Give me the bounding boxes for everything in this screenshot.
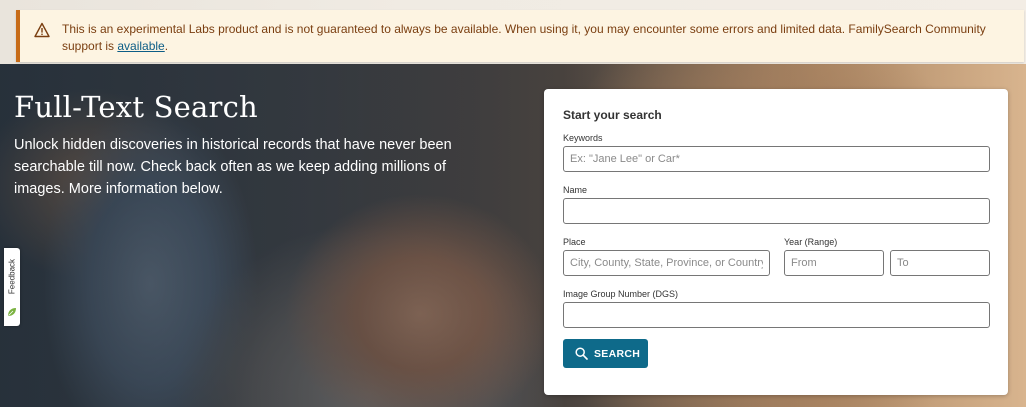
dgs-input[interactable] xyxy=(563,302,990,328)
place-input[interactable] xyxy=(563,250,770,276)
page: This is an experimental Labs product and… xyxy=(0,0,1026,407)
banner-message: This is an experimental Labs product and… xyxy=(62,21,1002,55)
search-card-title: Start your search xyxy=(563,108,662,122)
page-title: Full-Text Search xyxy=(14,90,258,124)
banner-message-suffix: . xyxy=(164,39,169,53)
leaf-icon xyxy=(7,304,17,316)
search-card: Start your search Keywords Name Place Ye… xyxy=(544,89,1008,395)
dgs-label: Image Group Number (DGS) xyxy=(563,289,679,299)
search-button-label: SEARCH xyxy=(594,348,641,360)
experimental-warning-banner: This is an experimental Labs product and… xyxy=(16,10,1024,62)
banner-message-text: This is an experimental Labs product and… xyxy=(62,22,986,53)
name-input[interactable] xyxy=(563,198,990,224)
place-label: Place xyxy=(563,237,586,247)
feedback-tab[interactable]: Feedback xyxy=(4,248,20,326)
search-button[interactable]: SEARCH xyxy=(563,339,648,368)
keywords-input[interactable] xyxy=(563,146,990,172)
community-support-link[interactable]: available xyxy=(117,39,164,53)
hero-description: Unlock hidden discoveries in historical … xyxy=(14,137,452,197)
keywords-label: Keywords xyxy=(563,133,603,143)
warning-icon xyxy=(34,22,50,38)
feedback-label: Feedback xyxy=(7,258,17,295)
year-to-input[interactable] xyxy=(890,250,990,276)
year-from-input[interactable] xyxy=(784,250,884,276)
search-icon xyxy=(575,347,588,360)
name-label: Name xyxy=(563,185,588,195)
year-range-label: Year (Range) xyxy=(784,237,838,247)
